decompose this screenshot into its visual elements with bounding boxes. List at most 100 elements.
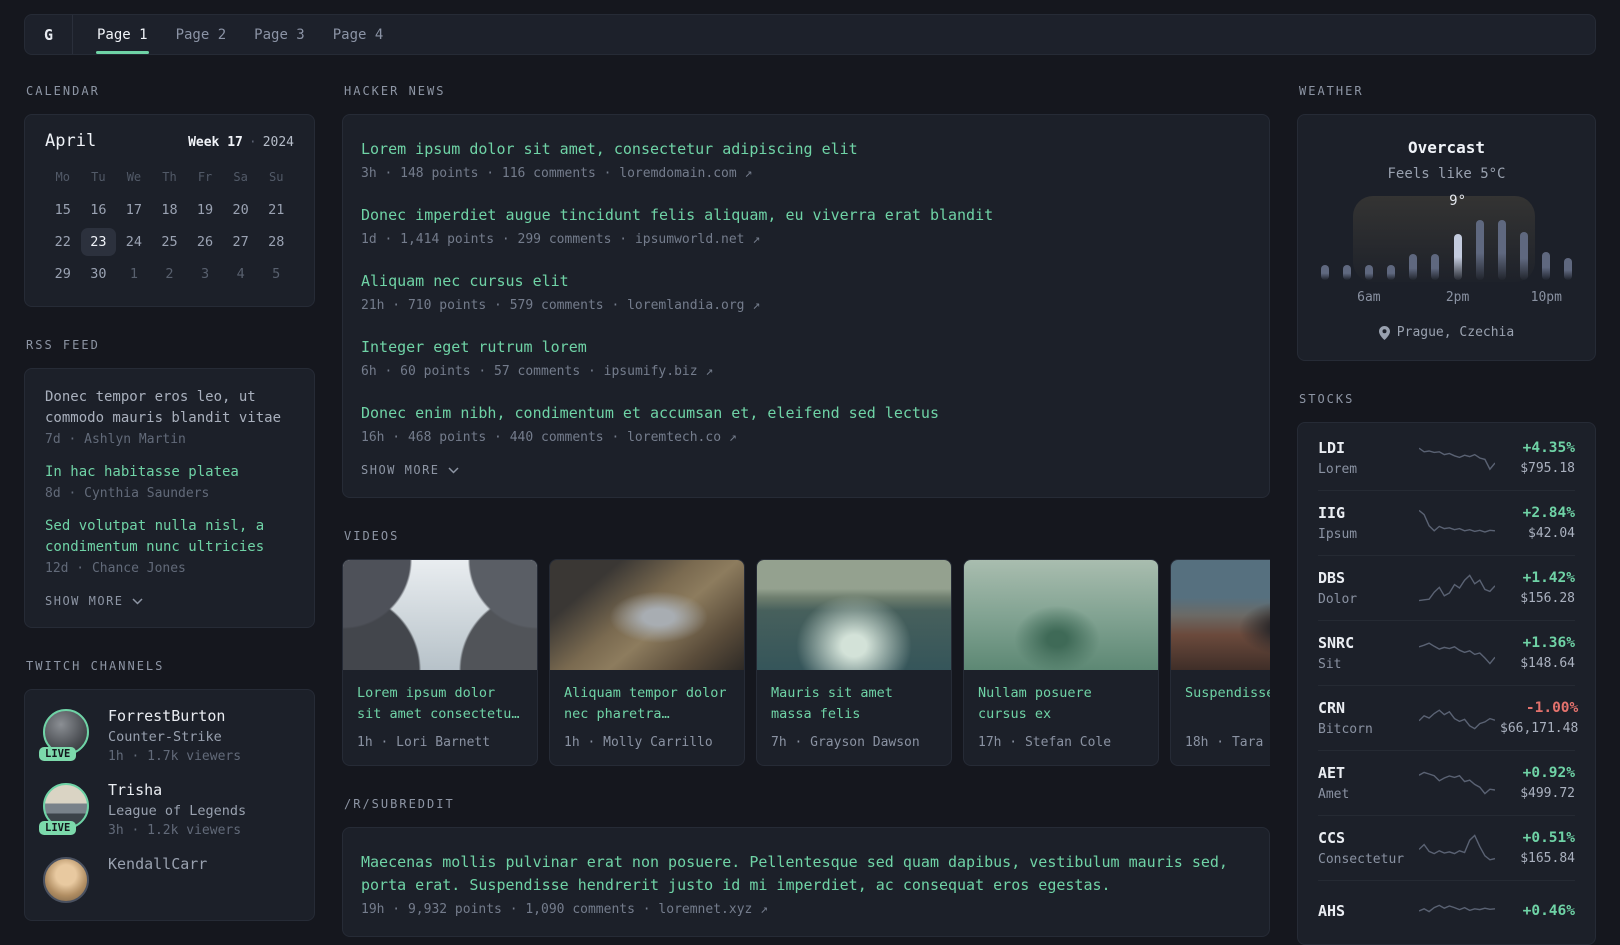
hackernews-post-stats: 1d · 1,414 points · 299 comments · — [361, 232, 635, 247]
twitch-channel-row[interactable]: LIVE ForrestBurton Counter-Strike 1h · 1.7k… — [39, 707, 296, 764]
calendar-day: 2 — [165, 266, 174, 282]
calendar-weekday: Tu — [91, 170, 106, 184]
location-pin-icon — [1378, 325, 1390, 340]
video-card[interactable]: Suspendisse diam 18h · Tara — [1170, 559, 1270, 766]
tab-page-1[interactable]: Page 1 — [83, 15, 162, 54]
stock-values: +0.92% $499.72 — [1500, 765, 1575, 801]
subreddit-post-title[interactable]: Maecenas mollis pulvinar erat non posuer… — [361, 851, 1251, 897]
stocks-widget: STOCKS LDI Lorem +4.35% $795.18 IIG Ipsum +2.8… — [1297, 392, 1596, 945]
weather-bars: 9° — [1320, 193, 1573, 282]
channel-name[interactable]: ForrestBurton — [108, 707, 241, 725]
hackernews-post-source-link[interactable]: ipsumify.biz ↗ — [604, 364, 714, 379]
calendar-day: 29 — [54, 266, 71, 282]
calendar-week-label: Week 17 — [188, 135, 243, 150]
dashboard-page: G Page 1 Page 2 Page 3 Page 4 CALENDAR Apri… — [0, 14, 1620, 945]
hackernews-post-source-link[interactable]: loremtech.co ↗ — [627, 430, 737, 445]
hackernews-show-more-button[interactable]: SHOW MORE — [361, 463, 459, 477]
stock-change: +2.84% — [1522, 505, 1575, 521]
hackernews-post-source-link[interactable]: ipsumworld.net ↗ — [635, 232, 760, 247]
calendar-week-year: Week 17 · 2024 — [188, 135, 294, 150]
stock-name: Lorem — [1318, 462, 1358, 477]
video-thumbnail[interactable] — [964, 560, 1158, 670]
stock-sparkline — [1414, 766, 1500, 800]
hackernews-post: Aliquam nec cursus elit 21h · 710 points … — [361, 270, 1251, 313]
weather-hour-label: 10pm — [1530, 290, 1562, 305]
hackernews-post-title[interactable]: Lorem ipsum dolor sit amet, consectetur … — [361, 138, 1251, 161]
video-card[interactable]: Nullam posuere cursus ex 17h · Stefan Col… — [963, 559, 1159, 766]
channel-meta: 3h · 1.2k viewers — [108, 823, 242, 838]
rss-item: In hac habitasse platea 8d · Cynthia Saun… — [45, 462, 294, 501]
weather-bar — [1475, 220, 1484, 280]
weather-hour-label: 2pm — [1445, 290, 1470, 305]
rss-card: Donec tempor eros leo, ut commodo mauris… — [24, 368, 315, 628]
twitch-channel-row[interactable]: KendallCarr — [43, 855, 296, 903]
twitch-channel-row[interactable]: LIVE Trisha League of Legends 3h · 1.2k vie… — [39, 781, 296, 838]
calendar-day: 26 — [196, 234, 214, 250]
weather-location: Prague, Czechia — [1318, 325, 1575, 340]
calendar-day-selected: 23 — [80, 228, 117, 256]
channel-name[interactable]: Trisha — [108, 781, 246, 799]
subreddit-post-source-link[interactable]: loremnet.xyz ↗ — [658, 902, 768, 917]
subreddit-post-meta: 19h · 9,932 points · 1,090 comments · lo… — [361, 902, 1251, 917]
rss-header: RSS FEED — [26, 338, 100, 352]
stock-values: +4.35% $795.18 — [1500, 440, 1575, 476]
hackernews-post-meta: 16h · 468 points · 440 comments · loremt… — [361, 430, 1251, 445]
video-card[interactable]: Aliquam tempor dolor nec pharetra… 1h · M… — [549, 559, 745, 766]
calendar-header: CALENDAR — [26, 84, 100, 98]
video-thumbnail[interactable] — [1171, 560, 1270, 670]
rss-item-title[interactable]: Sed volutpat nulla nisl, a condimentum n… — [45, 516, 294, 558]
weather-card: Overcast Feels like 5°C 9° 6am 2pm 10pm Pr… — [1297, 114, 1596, 361]
video-thumbnail[interactable] — [757, 560, 951, 670]
hackernews-post-title[interactable]: Donec imperdiet augue tincidunt felis al… — [361, 204, 1251, 227]
stock-row[interactable]: CRN Bitcorn -1.00% $66,171.48 — [1318, 685, 1578, 750]
stock-row[interactable]: IIG Ipsum +2.84% $42.04 — [1318, 490, 1575, 555]
channel-game: Counter-Strike — [108, 729, 222, 745]
stock-price: $148.64 — [1520, 656, 1575, 671]
rss-item-title[interactable]: In hac habitasse platea — [45, 462, 294, 483]
hackernews-post-source-link[interactable]: loremlandia.org ↗ — [627, 298, 760, 313]
stock-row[interactable]: LDI Lorem +4.35% $795.18 — [1318, 426, 1575, 490]
dashboard-columns: CALENDAR April Week 17 · 2024 Mo Tu We Th Fr Sa… — [0, 84, 1620, 945]
tab-page-4[interactable]: Page 4 — [319, 15, 398, 54]
weather-location-label: Prague, Czechia — [1396, 325, 1515, 340]
stock-id: AET Amet — [1318, 764, 1414, 802]
stock-row[interactable]: SNRC Sit +1.36% $148.64 — [1318, 620, 1575, 685]
channel-name[interactable]: KendallCarr — [108, 855, 207, 873]
calendar-widget: CALENDAR April Week 17 · 2024 Mo Tu We Th Fr Sa… — [24, 84, 315, 307]
video-thumbnail[interactable] — [550, 560, 744, 670]
calendar-weekday: Fr — [197, 170, 213, 184]
stock-row[interactable]: AET Amet +0.92% $499.72 — [1318, 750, 1575, 815]
stock-name: Dolor — [1318, 592, 1358, 607]
hackernews-post-title[interactable]: Integer eget rutrum lorem — [361, 336, 1251, 359]
calendar-day: 19 — [196, 202, 214, 218]
hackernews-post-title[interactable]: Donec enim nibh, condimentum et accumsan… — [361, 402, 1251, 425]
stock-row[interactable]: CCS Consectetur +0.51% $165.84 — [1318, 815, 1575, 880]
stock-name: Ipsum — [1318, 527, 1358, 542]
page-tabs: Page 1 Page 2 Page 3 Page 4 — [83, 15, 397, 54]
hackernews-post-source-link[interactable]: loremdomain.com ↗ — [619, 166, 752, 181]
right-column: WEATHER Overcast Feels like 5°C 9° 6am 2p… — [1297, 84, 1596, 945]
rss-widget: RSS FEED Donec tempor eros leo, ut commo… — [24, 338, 315, 628]
calendar-weekday: We — [126, 170, 142, 184]
tab-page-2[interactable]: Page 2 — [162, 15, 241, 54]
video-thumbnail[interactable] — [343, 560, 537, 670]
current-temp-label: 9° — [1449, 193, 1467, 209]
weather-chart: 9° 6am 2pm 10pm — [1320, 193, 1573, 308]
hackernews-post-title[interactable]: Aliquam nec cursus elit — [361, 270, 1251, 293]
weather-bar — [1497, 220, 1506, 280]
rss-show-more-button[interactable]: SHOW MORE — [45, 594, 143, 608]
rss-item-title[interactable]: Donec tempor eros leo, ut commodo mauris… — [45, 387, 294, 429]
calendar-day: 21 — [268, 202, 285, 218]
calendar-weekday: Su — [268, 170, 284, 184]
hackernews-card: Lorem ipsum dolor sit amet, consectetur … — [342, 114, 1270, 498]
stock-sparkline — [1414, 831, 1500, 865]
stock-row[interactable]: AHS +0.46% — [1318, 880, 1575, 941]
video-card[interactable]: Lorem ipsum dolor sit amet consectetu… 1h… — [342, 559, 538, 766]
weather-bar — [1387, 265, 1396, 280]
logo[interactable]: G — [25, 15, 72, 54]
video-card[interactable]: Mauris sit amet massa felis 7h · Grayson … — [756, 559, 952, 766]
tab-page-3[interactable]: Page 3 — [240, 15, 319, 54]
stock-row[interactable]: DBS Dolor +1.42% $156.28 — [1318, 555, 1575, 620]
calendar-day: 25 — [161, 234, 178, 250]
stock-price: $795.18 — [1520, 461, 1575, 476]
